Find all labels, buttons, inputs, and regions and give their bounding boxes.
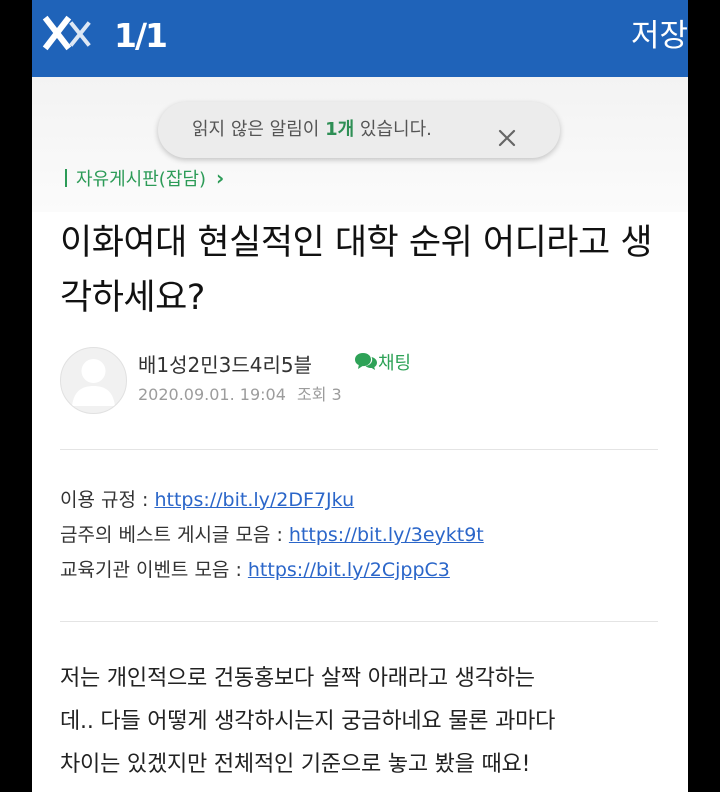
notice-label: 이용 규정 :: [60, 489, 155, 511]
notice-link[interactable]: https://bit.ly/2DF7Jku: [154, 489, 354, 511]
post-title: 이화여대 현실적인 대학 순위 어디라고 생각하세요?: [60, 223, 653, 318]
unread-notification-toast[interactable]: 읽지 않은 알림이 1개 있습니다.: [158, 102, 560, 158]
close-icon[interactable]: [42, 12, 94, 56]
chat-label: 채팅: [378, 353, 412, 374]
board-name: 자유게시판(잡담): [76, 169, 206, 190]
divider: [60, 621, 658, 622]
chat-bubble-icon: [354, 350, 378, 372]
board-breadcrumb[interactable]: 자유게시판(잡담) ›: [65, 164, 224, 194]
author-name[interactable]: 배1성2민3드4리5블: [138, 351, 312, 379]
post-meta: 2020.09.01. 19:04 조회 3: [138, 383, 342, 407]
body-line: 데.. 다들 어떻게 생각하시는지 궁금하네요 물론 과마다: [60, 709, 556, 734]
body-line: 차이는 있겠지만 전체적인 기준으로 놓고 봤을 때요!: [60, 752, 531, 777]
avatar[interactable]: [60, 347, 127, 414]
view-count: 조회 3: [296, 385, 342, 404]
close-icon[interactable]: [495, 117, 519, 147]
notification-message: 읽지 않은 알림이 1개 있습니다.: [192, 102, 432, 158]
notification-text-after: 있습니다.: [354, 119, 432, 140]
save-button[interactable]: 저장: [631, 16, 688, 56]
notice-rules: 이용 규정 : https://bit.ly/2DF7Jku: [60, 486, 354, 514]
notice-best-posts: 금주의 베스트 게시글 모음 : https://bit.ly/3eykt9t: [60, 521, 484, 549]
post-body: 저는 개인적으로 건동홍보다 살짝 아래라고 생각하는 데.. 다들 어떻게 생…: [60, 657, 666, 786]
notification-count: 1개: [325, 119, 355, 140]
body-line: 저는 개인적으로 건동홍보다 살짝 아래라고 생각하는: [60, 666, 535, 691]
board-indicator: [65, 169, 67, 187]
notice-events: 교육기관 이벤트 모음 : https://bit.ly/2CjppC3: [60, 556, 450, 584]
notice-link[interactable]: https://bit.ly/3eykt9t: [289, 524, 484, 546]
post-screen: 1/1 저장 읽지 않은 알림이 1개 있습니다. 자유게시판(잡담) › 이화여…: [32, 0, 688, 792]
notification-text-before: 읽지 않은 알림이: [192, 119, 326, 140]
chevron-right-icon: ›: [215, 166, 225, 190]
post-date: 2020.09.01. 19:04: [138, 385, 286, 404]
notice-label: 금주의 베스트 게시글 모음 :: [60, 524, 289, 546]
notice-link[interactable]: https://bit.ly/2CjppC3: [248, 559, 450, 581]
page-count: 1/1: [114, 16, 168, 55]
chat-button[interactable]: 채팅: [354, 350, 411, 377]
notice-label: 교육기관 이벤트 모음 :: [60, 559, 248, 581]
top-app-bar: 1/1 저장: [32, 0, 688, 77]
divider: [60, 449, 658, 450]
